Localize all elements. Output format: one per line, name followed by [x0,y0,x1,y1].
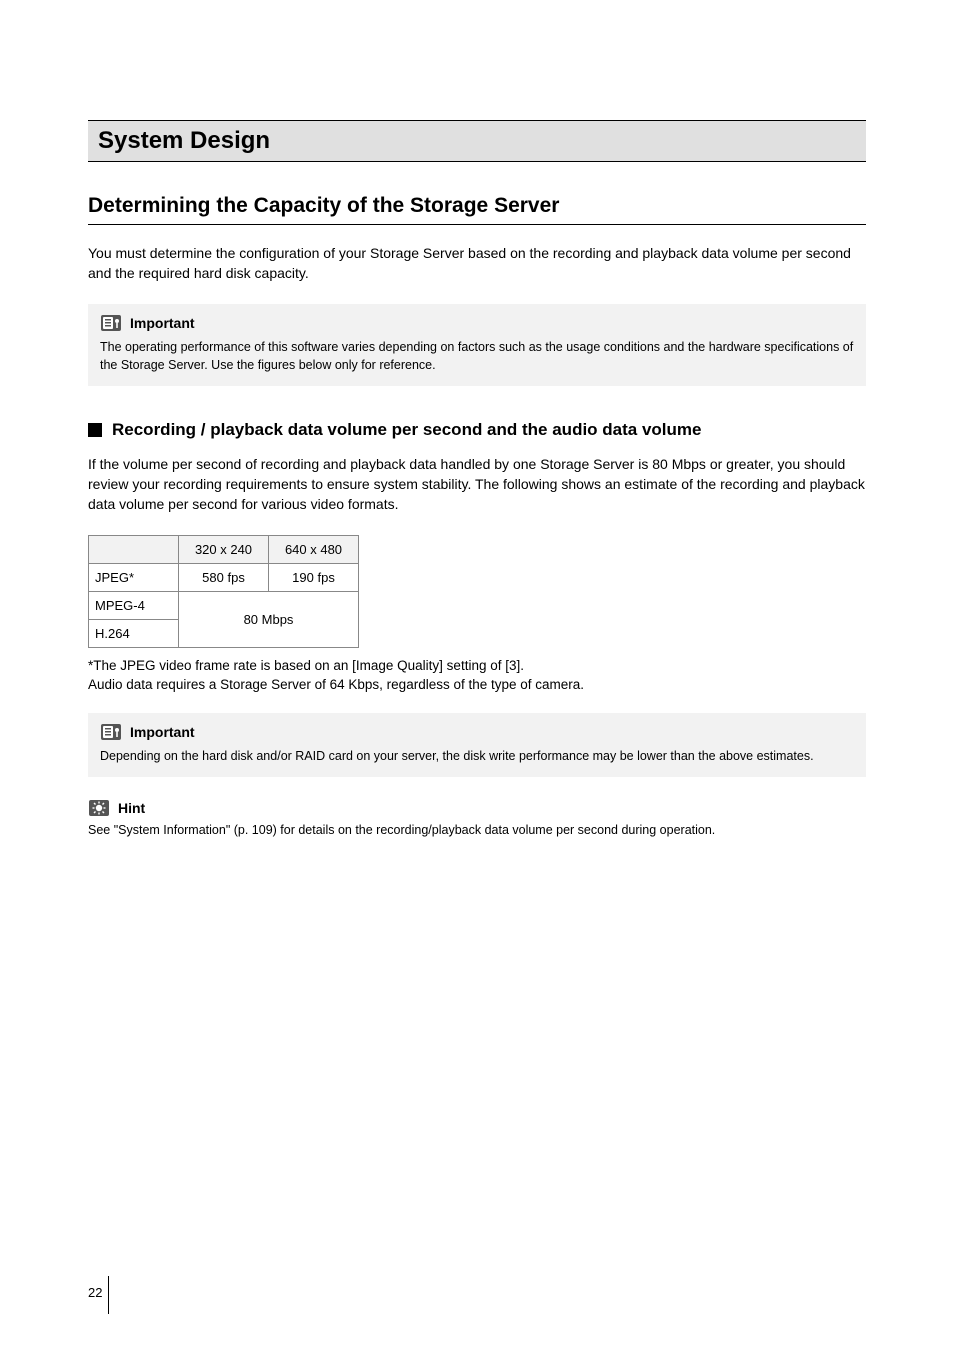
section-title: System Design [88,120,866,162]
table-cell: 190 fps [269,563,359,591]
important-callout-1: Important The operating performance of t… [88,304,866,386]
table-header: 320 x 240 [179,535,269,563]
bullet-square-icon [88,423,102,437]
table-cell: JPEG* [89,563,179,591]
intro-paragraph: You must determine the configuration of … [88,243,866,284]
hint-icon [88,799,110,817]
table-cell: 580 fps [179,563,269,591]
bullet-heading: Recording / playback data volume per sec… [88,420,866,440]
table-cell: H.264 [89,619,179,647]
data-volume-table: 320 x 240 640 x 480 JPEG* 580 fps 190 fp… [88,535,359,648]
important-callout-2: Important Depending on the hard disk and… [88,713,866,777]
page-number: 22 [88,1285,102,1300]
callout-title: Important [130,724,195,740]
footnote-line: Audio data requires a Storage Server of … [88,675,866,695]
important-icon [100,314,122,332]
table-cell: MPEG-4 [89,591,179,619]
footnote-line: *The JPEG video frame rate is based on a… [88,656,866,676]
table-header-row: 320 x 240 640 x 480 [89,535,359,563]
table-header: 640 x 480 [269,535,359,563]
hint-block: Hint See "System Information" (p. 109) f… [88,799,866,839]
hint-header: Hint [88,799,866,817]
table-cell-merged: 80 Mbps [179,591,359,647]
table-footnote: *The JPEG video frame rate is based on a… [88,656,866,695]
bullet-title: Recording / playback data volume per sec… [112,420,701,440]
callout-header: Important [100,723,854,741]
important-icon [100,723,122,741]
bullet-paragraph: If the volume per second of recording an… [88,454,866,515]
callout-title: Important [130,315,195,331]
callout-body: The operating performance of this softwa… [100,338,854,374]
callout-header: Important [100,314,854,332]
subsection-title: Determining the Capacity of the Storage … [88,194,866,225]
table-row: JPEG* 580 fps 190 fps [89,563,359,591]
hint-body: See "System Information" (p. 109) for de… [88,821,866,839]
table-row: MPEG-4 80 Mbps [89,591,359,619]
callout-body: Depending on the hard disk and/or RAID c… [100,747,854,765]
table-header [89,535,179,563]
page-rule [108,1276,109,1314]
hint-title: Hint [118,800,145,816]
